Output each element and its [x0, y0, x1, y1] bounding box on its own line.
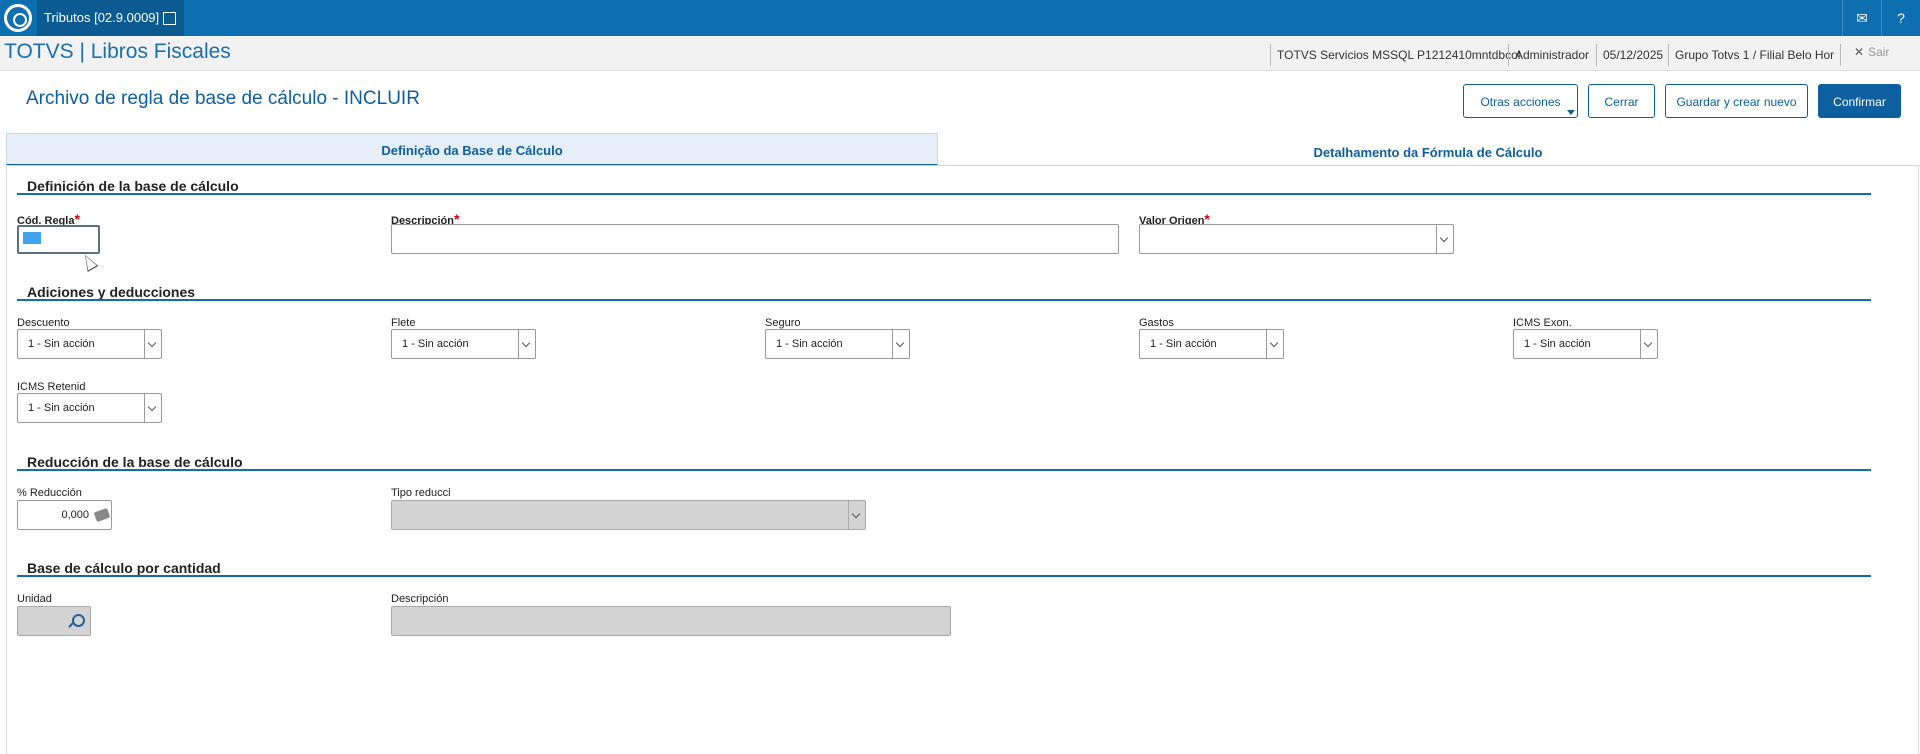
app-title: TOTVS | Libros Fiscales [4, 40, 231, 63]
section-title-reduction: Reducción de la base de cálculo [27, 454, 243, 470]
save-and-new-button[interactable]: Guardar y crear nuevo [1665, 84, 1808, 118]
icms-exon-value: 1 - Sin acción [1524, 338, 1591, 350]
section-title-definition: Definición de la base de cálculo [27, 178, 239, 194]
totvs-logo-icon[interactable] [4, 4, 32, 32]
tipo-reduccion-select [391, 500, 866, 530]
chevron-down-icon[interactable] [892, 330, 909, 358]
icms-exon-label: ICMS Exon. [1513, 317, 1572, 329]
tab-divider [6, 165, 1919, 166]
gastos-label: Gastos [1139, 317, 1174, 329]
dropdown-caret-icon [1567, 110, 1575, 115]
top-bar: Tributos [02.9.0009] ✉ ? [0, 0, 1920, 36]
tab-label: Tributos [02.9.0009] [44, 10, 160, 25]
other-actions-button[interactable]: Otras acciones [1463, 84, 1578, 118]
exit-button[interactable]: ✕ Sair [1854, 45, 1889, 59]
descuento-value: 1 - Sin acción [28, 338, 95, 350]
reduccion-percent-label: % Reducción [17, 487, 82, 499]
section-divider [17, 575, 1871, 577]
chevron-down-icon[interactable] [518, 330, 535, 358]
seguro-label: Seguro [765, 317, 801, 329]
seguro-value: 1 - Sin acción [776, 338, 843, 350]
close-tab-icon[interactable] [163, 12, 176, 25]
exit-label: Sair [1868, 45, 1890, 59]
flete-label: Flete [391, 317, 416, 329]
section-divider [17, 193, 1871, 195]
flete-value: 1 - Sin acción [402, 338, 469, 350]
panel-border-right [1918, 166, 1919, 754]
icms-retenid-select[interactable]: 1 - Sin acción [17, 393, 162, 423]
tab-tributos[interactable]: Tributos [02.9.0009] [37, 0, 184, 36]
gastos-value: 1 - Sin acción [1150, 338, 1217, 350]
chevron-down-icon[interactable] [1266, 330, 1283, 358]
seguro-select[interactable]: 1 - Sin acción [765, 329, 910, 359]
branch-info: Grupo Totvs 1 / Filial Belo Hor [1668, 44, 1842, 66]
valor-origen-select[interactable] [1139, 224, 1454, 254]
text-selection-highlight [23, 232, 41, 244]
gastos-select[interactable]: 1 - Sin acción [1139, 329, 1284, 359]
reduccion-percent-value: 0,000 [61, 509, 89, 521]
section-divider [17, 469, 1871, 471]
chevron-down-icon[interactable] [1640, 330, 1657, 358]
tab-definicao[interactable]: Definição da Base de Cálculo [6, 133, 938, 166]
unidad-label: Unidad [17, 593, 52, 605]
icms-retenid-label: ICMS Retenid [17, 381, 86, 393]
chevron-down-icon[interactable] [1436, 225, 1453, 253]
date-info: 05/12/2025 [1596, 44, 1669, 66]
section-divider [17, 299, 1871, 301]
unidad-descripcion-label: Descripción [391, 593, 449, 605]
page-title: Archivo de regla de base de cálculo - IN… [26, 88, 420, 109]
flete-select[interactable]: 1 - Sin acción [391, 329, 536, 359]
close-button[interactable]: Cerrar [1588, 84, 1655, 118]
help-icon[interactable]: ? [1881, 0, 1920, 36]
user-info: Administrador [1508, 44, 1595, 66]
tipo-reduccion-label: Tipo reducci [391, 487, 451, 499]
mail-icon[interactable]: ✉ [1842, 0, 1881, 36]
descuento-label: Descuento [17, 317, 70, 329]
icms-exon-select[interactable]: 1 - Sin acción [1513, 329, 1658, 359]
chevron-down-icon [848, 501, 865, 529]
close-icon: ✕ [1854, 45, 1865, 59]
other-actions-label: Otras acciones [1480, 95, 1561, 109]
descuento-select[interactable]: 1 - Sin acción [17, 329, 162, 359]
descripcion-input[interactable] [391, 224, 1119, 254]
section-title-additions: Adiciones y deducciones [27, 284, 196, 300]
panel-border-left [6, 166, 7, 754]
unidad-descripcion-input [391, 606, 951, 636]
section-title-quantity: Base de cálculo por cantidad [27, 560, 221, 576]
chevron-down-icon[interactable] [144, 330, 161, 358]
confirm-button[interactable]: Confirmar [1818, 84, 1901, 118]
icms-retenid-value: 1 - Sin acción [28, 402, 95, 414]
chevron-down-icon[interactable] [144, 394, 161, 422]
environment-info: TOTVS Servicios MSSQL P1212410mntdbcol [1270, 44, 1526, 66]
search-icon[interactable] [72, 614, 85, 627]
